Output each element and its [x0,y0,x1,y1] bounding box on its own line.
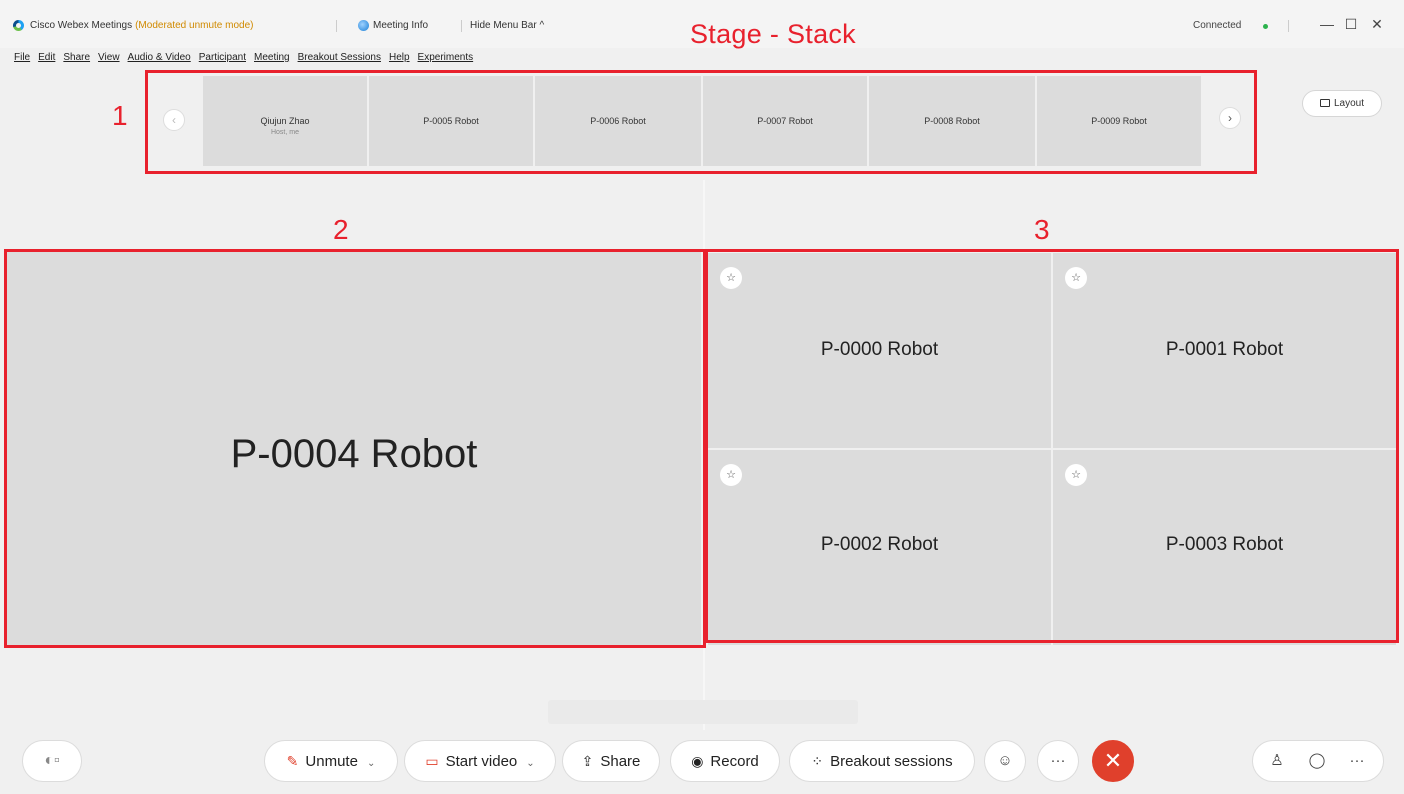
participant-name: P-0009 Robot [1091,116,1147,126]
meeting-info-button[interactable]: Meeting Info [373,20,428,31]
close-window-button[interactable]: ✕ [1366,14,1388,34]
layout-button[interactable]: Layout [1302,90,1382,117]
menu-file[interactable]: File [14,52,30,63]
separator [461,20,462,32]
menu-participant[interactable]: Participant [199,52,246,63]
menu-edit[interactable]: Edit [38,52,55,63]
webex-logo-icon [13,20,24,31]
chevron-down-icon: ⌄ [366,758,376,769]
annotation-label-1: 1 [112,100,128,131]
microphone-muted-icon: ✎ [286,753,299,769]
meeting-info-icon[interactable] [358,20,369,31]
moderated-mode-label: (Moderated unmute mode) [135,20,254,31]
reactions-button[interactable]: ☺ [984,740,1026,782]
menu-view[interactable]: View [98,52,120,63]
annotation-box-stage-main [4,249,706,648]
participants-icon[interactable]: ♙ [1259,741,1295,783]
share-label: Share [600,753,641,770]
annotation-label-3: 3 [1034,214,1050,245]
close-icon: ✕ [1103,748,1123,773]
smiley-icon: ☺ [997,752,1013,769]
participant-name: P-0006 Robot [590,116,646,126]
app-title: Cisco Webex Meetings (Moderated unmute mo… [30,20,254,31]
start-video-button[interactable]: ▭ Start video ⌄ [404,740,556,782]
more-options-button[interactable]: ··· [1037,740,1079,782]
annotation-box-stage-grid [705,249,1399,643]
menu-audio-video[interactable]: Audio & Video [128,52,191,63]
filmstrip-tile[interactable]: P-0009 Robot [1037,76,1201,166]
layout-icon [1319,99,1330,107]
filmstrip-tile[interactable]: Qiujun Zhao Host, me [203,76,367,166]
record-label: Record [710,753,759,770]
unmute-label: Unmute [305,753,358,770]
panel-toggles: ♙ ◯ ··· [1252,740,1384,782]
participant-name: P-0008 Robot [924,116,980,126]
menu-help[interactable]: Help [389,52,410,63]
menu-bar: File Edit Share View Audio & Video Parti… [14,52,481,63]
share-button[interactable]: ⇪ Share [562,740,660,782]
minimize-button[interactable]: — [1316,14,1338,34]
layout-label: Layout [1333,98,1365,109]
hide-menu-bar-button[interactable]: Hide Menu Bar ^ [470,20,544,31]
filmstrip-tile[interactable]: P-0007 Robot [703,76,867,166]
menu-share[interactable]: Share [63,52,90,63]
participant-name: P-0005 Robot [423,116,479,126]
annotation-title: Stage - Stack [690,19,856,49]
chat-icon[interactable]: ◯ [1299,741,1335,783]
separator [336,20,337,32]
menu-meeting[interactable]: Meeting [254,52,290,63]
more-panels-icon[interactable]: ··· [1339,741,1375,783]
more-icon: ··· [1050,752,1066,769]
participant-name: Qiujun Zhao [260,116,310,126]
faded-notification-bar [548,700,858,724]
participant-role: Host, me [270,129,299,136]
participant-name: P-0007 Robot [757,116,813,126]
start-video-label: Start video [445,753,518,770]
filmstrip-tile[interactable]: P-0008 Robot [869,76,1035,166]
separator [1288,20,1289,32]
app-name: Cisco Webex Meetings [30,20,133,31]
share-icon: ⇪ [581,753,594,769]
breakout-icon: ⁘ [811,753,824,769]
breakout-sessions-button[interactable]: ⁘ Breakout sessions [789,740,975,782]
video-off-icon: ▭ [425,753,439,769]
audio-connection-button[interactable]: ◐▫ [22,740,82,782]
connection-status-dot [1263,24,1268,29]
record-button[interactable]: ◉ Record [670,740,780,782]
chevron-down-icon: ⌄ [526,758,535,769]
connection-status: Connected [1193,20,1242,31]
annotation-label-2: 2 [333,214,349,245]
breakout-label: Breakout sessions [830,753,953,770]
maximize-button[interactable]: ☐ [1340,14,1362,34]
filmstrip-next-button[interactable]: › [1219,107,1241,129]
filmstrip-prev-button[interactable]: ‹ [163,109,185,131]
menu-breakout-sessions[interactable]: Breakout Sessions [298,52,381,63]
filmstrip-tile[interactable]: P-0005 Robot [369,76,533,166]
end-meeting-button[interactable]: ✕ [1092,740,1134,782]
audio-device-icon: ◐▫ [44,752,60,769]
record-icon: ◉ [691,753,704,769]
filmstrip-tile[interactable]: P-0006 Robot [535,76,701,166]
unmute-button[interactable]: ✎ Unmute ⌄ [264,740,398,782]
menu-experiments[interactable]: Experiments [418,52,474,63]
